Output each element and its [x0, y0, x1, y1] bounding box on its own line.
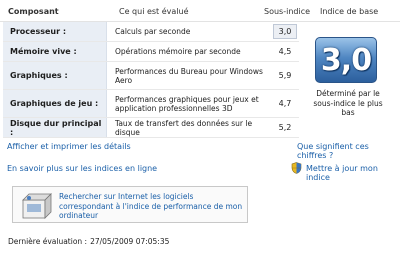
- last-evaluation-label: Dernière évaluation :: [8, 237, 88, 246]
- base-score-value: 3,0: [320, 42, 372, 78]
- what-numbers-mean-link[interactable]: Que signifient ces chiffres ?: [297, 142, 400, 160]
- score-table: Processeur : Calculs par seconde 3,0 Mém…: [3, 22, 299, 138]
- table-row: Processeur : Calculs par seconde 3,0: [3, 22, 299, 42]
- component-name: Mémoire vive :: [3, 42, 107, 61]
- header-composant: Composant: [8, 7, 59, 16]
- search-software-link[interactable]: Rechercher sur Internet les logiciels co…: [59, 192, 245, 221]
- table-row: Disque dur principal : Taux de transfert…: [3, 118, 299, 138]
- last-evaluation-date: 27/05/2009 07:05:35: [90, 237, 170, 246]
- component-description: Taux de transfert des données sur le dis…: [115, 118, 253, 137]
- component-description: Calculs par seconde: [115, 27, 191, 36]
- software-box-icon: [22, 193, 52, 219]
- component-subscore: 5,9: [278, 71, 292, 80]
- shield-icon: [291, 162, 302, 174]
- table-row: Graphiques de jeu : Performances graphiq…: [3, 90, 299, 118]
- component-subscore: 4,5: [278, 47, 292, 56]
- base-score-caption: Déterminé par le sous-indice le plus bas: [313, 89, 383, 117]
- print-details-link[interactable]: Afficher et imprimer les détails: [7, 142, 131, 151]
- header-base-score: Indice de base: [320, 7, 379, 16]
- component-description: Opérations mémoire par seconde: [115, 47, 241, 56]
- search-software-box[interactable]: Rechercher sur Internet les logiciels co…: [12, 186, 248, 223]
- table-header: Composant Ce qui est évalué Sous-indice …: [0, 0, 400, 22]
- table-row: Mémoire vive : Opérations mémoire par se…: [3, 42, 299, 62]
- learn-more-online-link[interactable]: En savoir plus sur les indices en ligne: [7, 164, 157, 173]
- component-description: Performances du Bureau pour Windows Aero: [115, 66, 263, 85]
- component-name: Graphiques de jeu :: [3, 90, 107, 117]
- component-name: Graphiques :: [3, 62, 107, 89]
- header-evaluated: Ce qui est évalué: [119, 7, 189, 16]
- last-evaluation: Dernière évaluation :27/05/2009 07:05:35: [8, 237, 169, 246]
- component-description: Performances graphiques pour jeux et app…: [115, 94, 259, 113]
- update-score-link[interactable]: Mettre à jour mon indice: [306, 164, 400, 182]
- component-name: Disque dur principal :: [3, 118, 107, 137]
- table-row: Graphiques : Performances du Bureau pour…: [3, 62, 299, 90]
- component-subscore: 5,2: [278, 123, 292, 132]
- header-subscore: Sous-indice: [264, 7, 311, 16]
- base-score-panel: 3,0 Déterminé par le sous-indice le plus…: [311, 37, 388, 124]
- component-subscore: 4,7: [278, 99, 292, 108]
- component-subscore: 3,0: [273, 24, 297, 39]
- base-score-badge: 3,0: [315, 37, 377, 83]
- component-name: Processeur :: [3, 22, 107, 41]
